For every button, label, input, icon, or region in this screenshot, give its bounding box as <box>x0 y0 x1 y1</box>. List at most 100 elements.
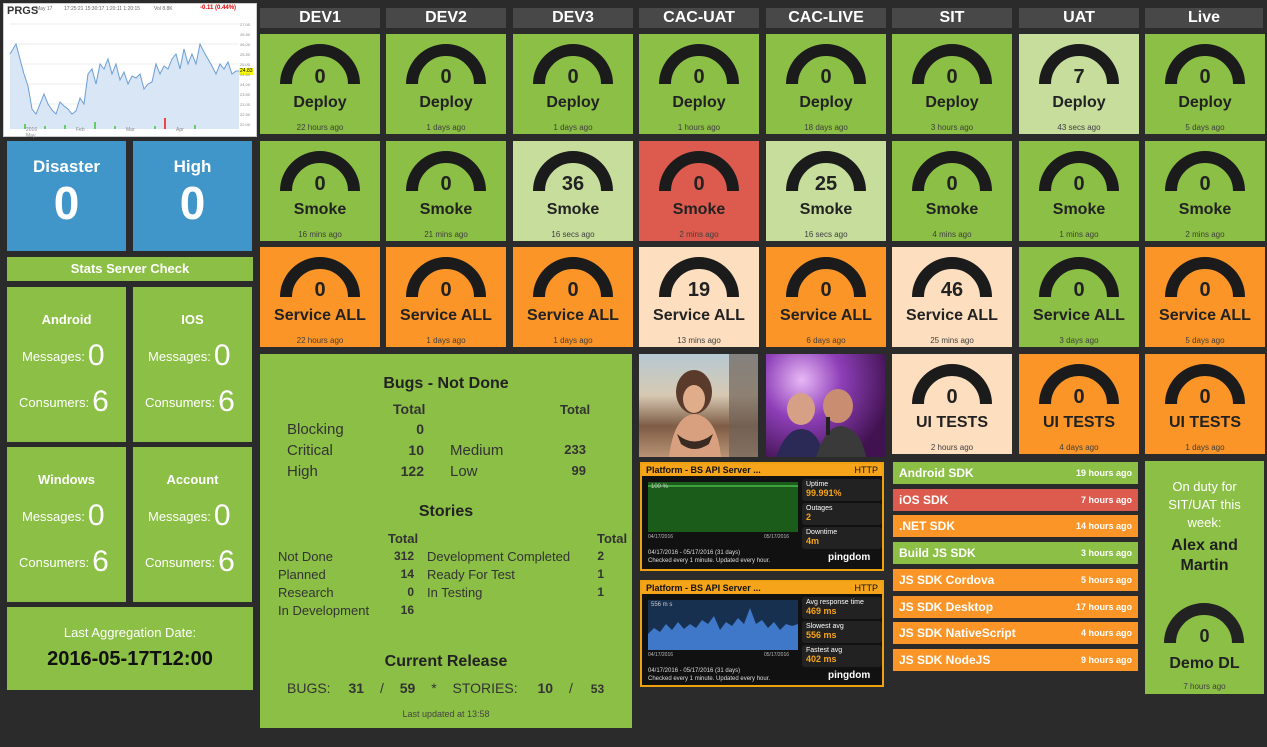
tile-service-all-dev1[interactable]: 0 Service ALL 22 hours ago <box>260 247 380 347</box>
tile-smoke-uat[interactable]: 0 Smoke 1 mins ago <box>1019 141 1139 241</box>
tile-time-ago: 1 days ago <box>426 336 466 345</box>
queue-consumers: Consumers: 6 <box>19 545 109 579</box>
sdk-name: iOS SDK <box>899 492 949 507</box>
sdk-build-row[interactable]: Build JS SDK 3 hours ago <box>893 542 1138 565</box>
release-stories-total: 53 <box>590 682 605 696</box>
sdk-build-row[interactable]: JS SDK NativeScript 4 hours ago <box>893 622 1138 645</box>
tile-smoke-cac-uat[interactable]: 0 Smoke 2 mins ago <box>639 141 759 241</box>
tile-value: 0 <box>820 66 832 88</box>
messages-label: Messages: <box>22 349 85 364</box>
tile-label: Deploy <box>293 94 347 111</box>
messages-count: 0 <box>213 339 231 372</box>
tile-deploy-sit[interactable]: 0 Deploy 3 hours ago <box>892 34 1012 134</box>
story-count: 0 <box>407 585 414 599</box>
photo-party-people <box>776 389 866 457</box>
tile-service-all-cac-uat[interactable]: 19 Service ALL 13 mins ago <box>639 247 759 347</box>
tile-service-all-dev3[interactable]: 0 Service ALL 1 days ago <box>513 247 633 347</box>
tile-deploy-live[interactable]: 0 Deploy 5 days ago <box>1145 34 1265 134</box>
photo-beach-figure <box>669 354 758 457</box>
tile-value: 0 <box>1073 279 1085 301</box>
queue-messages: Messages: 0 <box>148 339 231 373</box>
tile-label: Deploy <box>925 94 979 111</box>
last-updated: Last updated at 13:58 <box>402 709 490 719</box>
demo-dl-label: Demo DL <box>1169 655 1240 672</box>
sdk-build-row[interactable]: JS SDK Cordova 5 hours ago <box>893 568 1138 591</box>
tile-service-all-sit[interactable]: 46 Service ALL 25 mins ago <box>892 247 1012 347</box>
sdk-time-ago: 19 hours ago <box>1075 468 1132 478</box>
tile-service-all-cac-live[interactable]: 0 Service ALL 6 days ago <box>766 247 886 347</box>
x-tick: May <box>26 133 36 139</box>
tile-label: Service ALL <box>906 307 998 324</box>
tile-label: Smoke <box>672 201 726 218</box>
tile-label: Smoke <box>293 201 347 218</box>
tile-label: Smoke <box>799 201 853 218</box>
tile-time-ago: 16 mins ago <box>298 230 342 239</box>
tile-value: 0 <box>567 66 579 88</box>
release-bugs-done: 31 <box>348 680 365 696</box>
pingdom-widget[interactable]: Platform - BS API Server ... HTTP 100 % 04/… <box>640 462 884 571</box>
queue-name: Account <box>166 472 219 487</box>
pingdom-stat-1: Avg response time 469 ms <box>802 597 882 619</box>
sdk-build-row[interactable]: Android SDK 19 hours ago <box>893 462 1138 484</box>
pingdom-stat-2: Outages 2 <box>802 503 882 525</box>
story-count: 1 <box>597 585 604 599</box>
stats-server-check[interactable]: Stats Server Check <box>7 257 253 281</box>
tile-deploy-cac-uat[interactable]: 0 Deploy 1 hours ago <box>639 34 759 134</box>
tile-smoke-live[interactable]: 0 Smoke 2 mins ago <box>1145 141 1265 241</box>
sdk-build-row[interactable]: iOS SDK 7 hours ago <box>893 488 1138 511</box>
consumers-label: Consumers: <box>145 555 216 570</box>
pingdom-widget[interactable]: Platform - BS API Server ... HTTP 556 m s 0… <box>640 580 884 687</box>
sdk-build-row[interactable]: JS SDK NodeJS 9 hours ago <box>893 648 1138 671</box>
pingdom-title: Platform - BS API Server ... <box>646 583 761 593</box>
release-sep: / <box>379 680 384 696</box>
queue-consumers: Consumers: 6 <box>145 545 235 579</box>
tile-deploy-cac-live[interactable]: 0 Deploy 18 days ago <box>766 34 886 134</box>
queue-consumers: Consumers: 6 <box>145 385 235 419</box>
high-count: 0 <box>179 177 206 229</box>
tile-ui-tests-live[interactable]: 0 UI TESTS 1 days ago <box>1145 354 1265 454</box>
pingdom-scale: 556 m s <box>651 602 673 608</box>
sdk-build-row[interactable]: JS SDK Desktop 17 hours ago <box>893 595 1138 618</box>
stat-value: 4m <box>806 536 820 546</box>
tile-deploy-dev2[interactable]: 0 Deploy 1 days ago <box>386 34 506 134</box>
tile-smoke-dev3[interactable]: 36 Smoke 16 secs ago <box>513 141 633 241</box>
tile-time-ago: 2 hours ago <box>930 443 974 452</box>
pingdom-date-end: 05/17/2016 <box>764 534 790 540</box>
pingdom-note: Checked every 1 minute. Updated every ho… <box>648 676 771 682</box>
tile-smoke-sit[interactable]: 0 Smoke 4 mins ago <box>892 141 1012 241</box>
tile-label: UI TESTS <box>915 414 988 431</box>
y-tick: 24.50 <box>240 72 251 77</box>
tile-service-all-dev2[interactable]: 0 Service ALL 1 days ago <box>386 247 506 347</box>
pingdom-stat-3: Downtime 4m <box>802 527 882 549</box>
story-count: 2 <box>597 549 604 563</box>
x-tick: Feb <box>76 127 85 133</box>
disaster-label: Disaster <box>32 157 101 176</box>
tile-value: 36 <box>561 173 585 195</box>
tile-service-all-live[interactable]: 0 Service ALL 5 days ago <box>1145 247 1265 347</box>
sdk-build-row[interactable]: .NET SDK 14 hours ago <box>893 515 1138 538</box>
pingdom-date-end: 05/17/2016 <box>764 652 790 658</box>
tile-value: 0 <box>1073 173 1085 195</box>
release-sep-2: / <box>568 680 573 696</box>
tile-deploy-dev3[interactable]: 0 Deploy 1 days ago <box>513 34 633 134</box>
tile-smoke-dev2[interactable]: 0 Smoke 21 mins ago <box>386 141 506 241</box>
stat-value: 469 ms <box>806 606 837 616</box>
tile-ui-tests-uat[interactable]: 0 UI TESTS 4 days ago <box>1019 354 1139 454</box>
tile-deploy-uat[interactable]: 7 Deploy 43 secs ago <box>1019 34 1139 134</box>
tile-time-ago: 1 days ago <box>1185 443 1225 452</box>
story-label: In Development <box>278 603 370 618</box>
tile-label: Smoke <box>925 201 979 218</box>
tile-value: 0 <box>314 173 326 195</box>
queue-name: Android <box>41 312 92 327</box>
tile-deploy-dev1[interactable]: 0 Deploy 22 hours ago <box>260 34 380 134</box>
tile-label: Deploy <box>672 94 726 111</box>
tile-smoke-dev1[interactable]: 0 Smoke 16 mins ago <box>260 141 380 241</box>
tile-label: Smoke <box>1178 201 1232 218</box>
env-header-sit: SIT <box>892 8 1012 28</box>
sdk-time-ago: 4 hours ago <box>1080 628 1132 639</box>
sdk-time-ago: 5 hours ago <box>1080 574 1132 585</box>
tile-smoke-cac-live[interactable]: 25 Smoke 16 secs ago <box>766 141 886 241</box>
tile-ui-tests-sit[interactable]: 0 UI TESTS 2 hours ago <box>892 354 1012 454</box>
tile-value: 0 <box>314 279 326 301</box>
tile-service-all-uat[interactable]: 0 Service ALL 3 days ago <box>1019 247 1139 347</box>
